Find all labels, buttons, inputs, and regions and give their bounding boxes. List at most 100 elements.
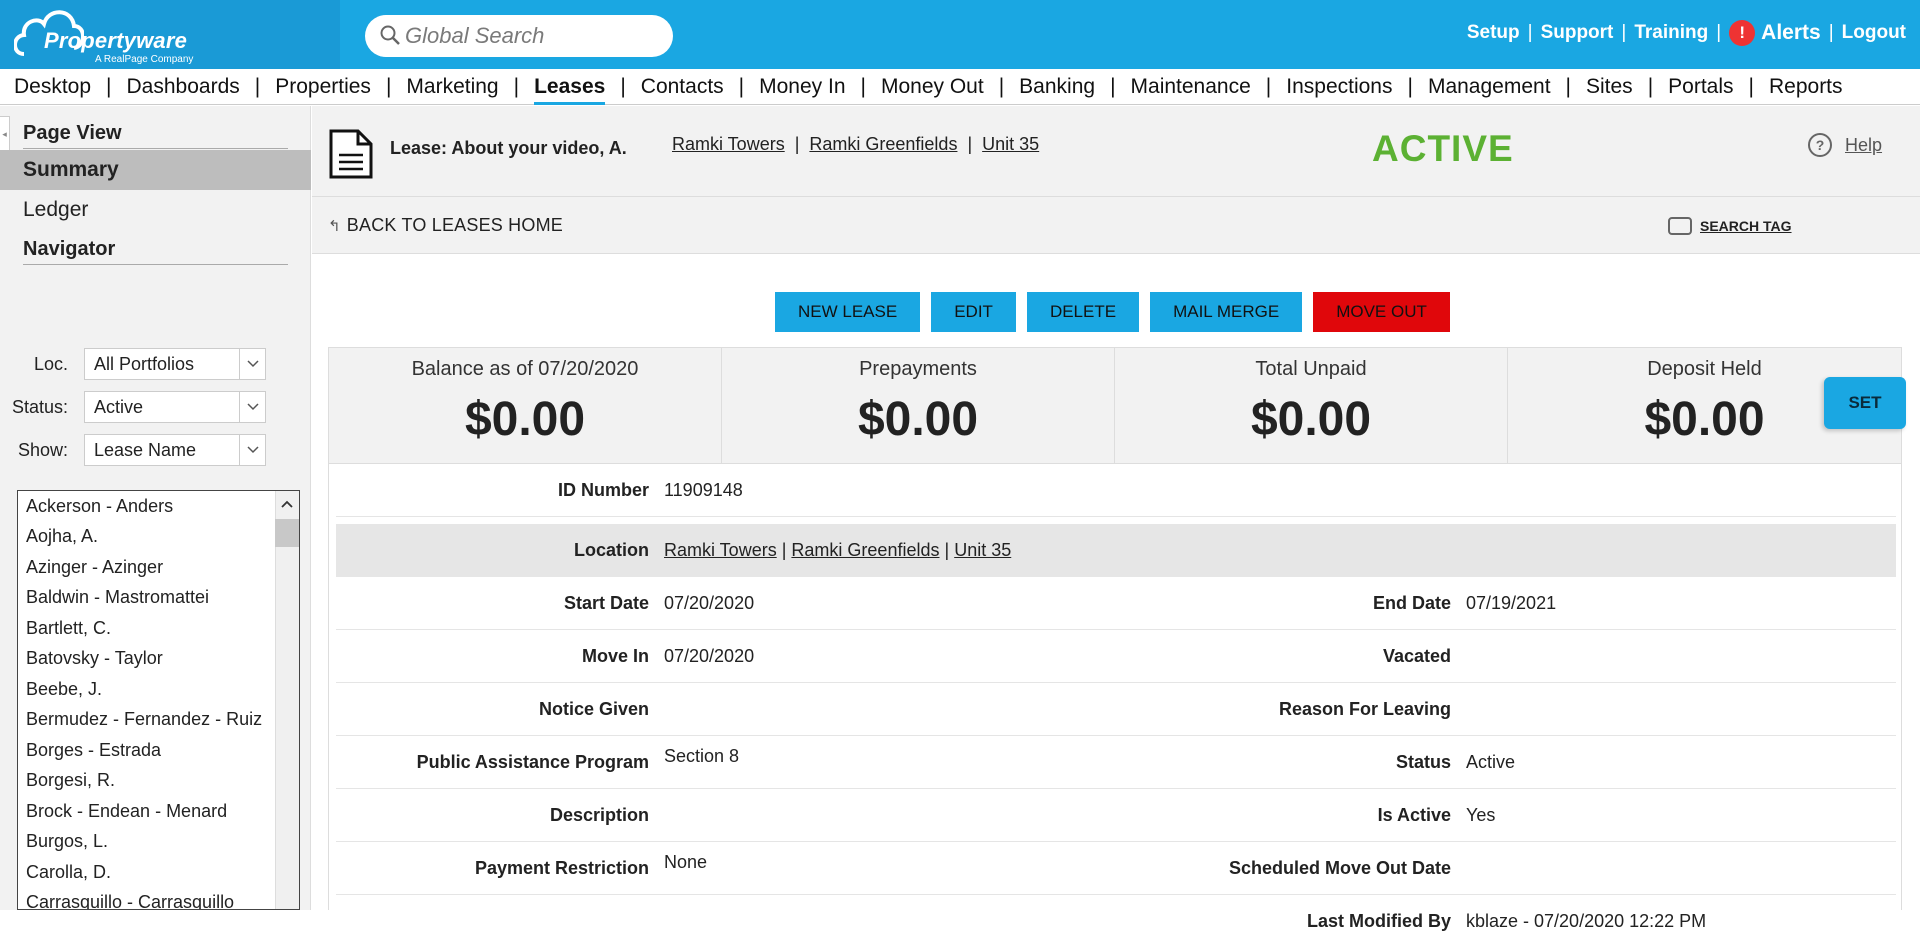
detail-row: Payment Restriction None Scheduled Move …	[336, 842, 1896, 895]
detail-row: Description Is Active Yes	[336, 789, 1896, 842]
location-property-link[interactable]: Ramki Towers	[664, 540, 777, 560]
nav-dashboards[interactable]: Dashboards	[127, 75, 240, 99]
separator: |	[1748, 74, 1754, 98]
scrollbar[interactable]	[275, 491, 299, 909]
back-arrow-icon: ↰	[328, 217, 341, 235]
status-value: Active	[1466, 752, 1516, 772]
global-search[interactable]	[365, 15, 673, 57]
nav-management[interactable]: Management	[1428, 75, 1551, 99]
separator: |	[944, 540, 950, 560]
crumb-property[interactable]: Ramki Towers	[672, 134, 785, 155]
separator: |	[1265, 74, 1272, 98]
separator: |	[1527, 22, 1533, 43]
status-label: Status	[1395, 752, 1451, 772]
action-toolbar: NEW LEASE EDIT DELETE MAIL MERGE MOVE OU…	[775, 292, 1461, 332]
help-link[interactable]: ? Help	[1807, 132, 1882, 158]
crumb-building[interactable]: Ramki Greenfields	[809, 134, 957, 155]
view-ledger[interactable]: Ledger	[0, 190, 311, 230]
last-modified-value: kblaze - 07/20/2020 12:22 PM	[1466, 911, 1707, 931]
lease-list-item[interactable]: Borges - Estrada	[18, 735, 299, 766]
support-link[interactable]: Support	[1541, 22, 1614, 44]
show-select[interactable]: Lease Name	[84, 434, 266, 466]
lease-list-item[interactable]: Azinger - Azinger	[18, 552, 299, 583]
set-button[interactable]: SET	[1824, 377, 1906, 429]
alert-icon[interactable]: !	[1729, 20, 1756, 46]
page-title: Lease: About your video, A.	[390, 138, 627, 158]
search-input[interactable]	[405, 21, 660, 51]
detail-row: Move In 07/20/2020 Vacated	[336, 630, 1896, 683]
notice-given-label: Notice Given	[538, 699, 649, 719]
nav-leases[interactable]: Leases	[534, 75, 606, 105]
crumb-unit[interactable]: Unit 35	[982, 134, 1039, 155]
nav-desktop[interactable]: Desktop	[14, 75, 91, 99]
back-row: ↰ BACK TO LEASES HOME SEARCH TAG	[312, 196, 1920, 254]
navigator-heading: Navigator	[23, 238, 288, 265]
nav-money-in[interactable]: Money In	[759, 75, 845, 99]
separator: |	[1565, 74, 1571, 98]
lease-list-item[interactable]: Bartlett, C.	[18, 613, 299, 644]
prepayments-card: Prepayments $0.00	[722, 348, 1115, 463]
lease-list-item[interactable]: Aojha, A.	[18, 522, 299, 553]
reason-for-leaving-label: Reason For Leaving	[1278, 699, 1451, 719]
nav-marketing[interactable]: Marketing	[406, 75, 498, 99]
nav-properties[interactable]: Properties	[275, 75, 371, 99]
nav-contacts[interactable]: Contacts	[641, 75, 724, 99]
total-unpaid-card: Total Unpaid $0.00	[1115, 348, 1508, 463]
delete-button[interactable]: DELETE	[1026, 292, 1140, 332]
new-lease-button[interactable]: NEW LEASE	[775, 292, 921, 332]
search-tag-link[interactable]: SEARCH TAG	[1668, 217, 1792, 235]
lease-list-item[interactable]: Brock - Endean - Menard	[18, 796, 299, 827]
loc-select[interactable]: All Portfolios	[84, 348, 266, 380]
separator: |	[1647, 74, 1654, 98]
nav-sites[interactable]: Sites	[1586, 75, 1633, 99]
nav-portals[interactable]: Portals	[1668, 75, 1733, 99]
lease-list-item[interactable]: Batovsky - Taylor	[18, 644, 299, 675]
chevron-up-icon[interactable]	[275, 491, 299, 517]
lease-list-item[interactable]: Ackerson - Anders	[18, 491, 299, 522]
id-label: ID Number	[557, 480, 649, 500]
lease-list-item[interactable]: Carrasquillo - Carrasquillo	[18, 888, 299, 909]
lease-list-item[interactable]: Borgesi, R.	[18, 766, 299, 797]
setup-link[interactable]: Setup	[1467, 22, 1520, 44]
separator: |	[860, 74, 866, 98]
separator: |	[781, 540, 787, 560]
view-summary[interactable]: Summary	[0, 150, 311, 190]
help-label[interactable]: Help	[1845, 135, 1882, 156]
nav-money-out[interactable]: Money Out	[881, 75, 984, 99]
training-link[interactable]: Training	[1634, 22, 1708, 44]
detail-row: Location Ramki Towers | Ramki Greenfield…	[336, 524, 1896, 577]
payment-restriction-label: Payment Restriction	[474, 858, 649, 878]
nav-inspections[interactable]: Inspections	[1286, 75, 1392, 99]
nav-banking[interactable]: Banking	[1019, 75, 1095, 99]
separator: |	[254, 74, 261, 98]
lease-list-item[interactable]: Beebe, J.	[18, 674, 299, 705]
location-unit-link[interactable]: Unit 35	[954, 540, 1011, 560]
balance-label: Balance as of 07/20/2020	[411, 358, 639, 380]
mail-merge-button[interactable]: MAIL MERGE	[1150, 292, 1303, 332]
is-active-label: Is Active	[1377, 805, 1451, 825]
alerts-link[interactable]: Alerts	[1761, 21, 1821, 45]
separator: |	[1716, 22, 1722, 43]
nav-maintenance[interactable]: Maintenance	[1131, 75, 1251, 99]
lease-list-item[interactable]: Bermudez - Fernandez - Ruiz	[18, 705, 299, 736]
lease-list-item[interactable]: Carolla, D.	[18, 857, 299, 888]
back-to-leases-link[interactable]: ↰ BACK TO LEASES HOME	[328, 215, 563, 236]
logo[interactable]: Propertyware A RealPage Company	[0, 0, 340, 69]
edit-button[interactable]: EDIT	[931, 292, 1016, 332]
scroll-thumb[interactable]	[275, 519, 299, 547]
main-nav: Desktop | Dashboards | Properties | Marketing |…	[0, 69, 1920, 105]
lease-list-item[interactable]: Baldwin - Mastromattei	[18, 583, 299, 614]
end-date-value: 07/19/2021	[1466, 593, 1557, 613]
lease-list-item[interactable]: Burgos, L.	[18, 827, 299, 858]
last-modified-label: Last Modified By	[1306, 911, 1451, 931]
status-select[interactable]: Active	[84, 391, 266, 423]
move-out-button[interactable]: MOVE OUT	[1313, 292, 1450, 332]
show-value: Lease Name	[94, 439, 197, 460]
location-building-link[interactable]: Ramki Greenfields	[791, 540, 939, 560]
public-assistance-value: Section 8	[664, 746, 740, 766]
nav-reports[interactable]: Reports	[1769, 75, 1843, 99]
lease-list[interactable]: Ackerson - Anders Aojha, A. Azinger - Azin…	[17, 490, 300, 910]
total-unpaid-amount: $0.00	[1250, 393, 1372, 446]
logout-link[interactable]: Logout	[1842, 22, 1906, 44]
collapse-sidebar-handle[interactable]: ◂	[0, 116, 10, 152]
